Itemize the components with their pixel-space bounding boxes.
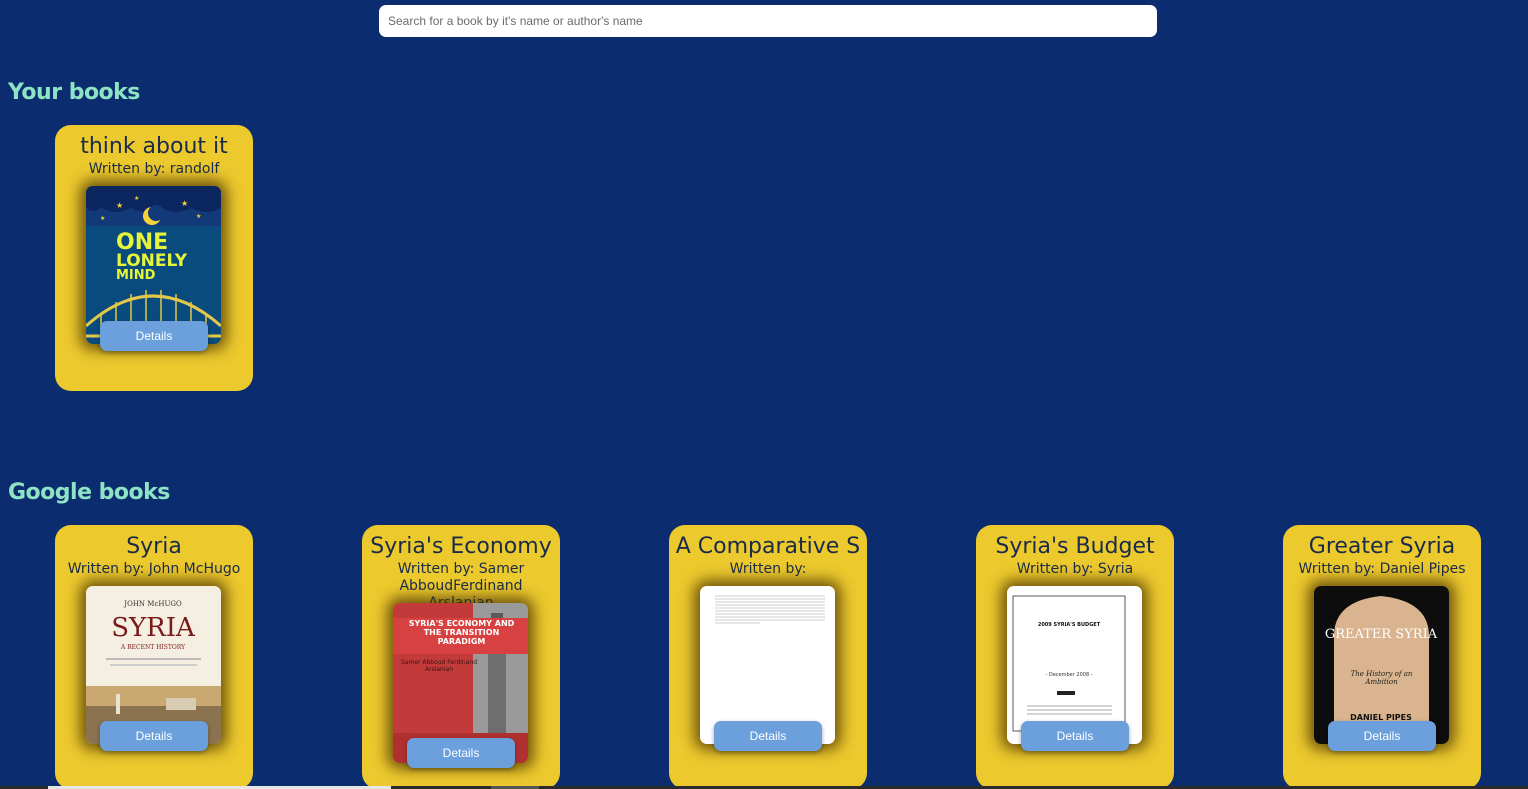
book-author: Written by: — [729, 561, 807, 577]
book-title: A Comparative S — [675, 534, 861, 559]
details-button[interactable]: Details — [100, 321, 208, 351]
book-card: think about it Written by: randolf ★ ★ ★… — [55, 125, 253, 391]
details-button[interactable]: Details — [1021, 721, 1129, 751]
svg-text:SYRIA: SYRIA — [111, 613, 196, 643]
svg-text:GREATER SYRIA: GREATER SYRIA — [1325, 627, 1438, 642]
svg-text:★: ★ — [100, 215, 105, 222]
your-books-heading: Your books — [8, 80, 140, 105]
book-author: Written by: John McHugo — [67, 561, 241, 577]
svg-text:★: ★ — [134, 195, 139, 202]
svg-text:★: ★ — [196, 213, 201, 220]
svg-text:A RECENT HISTORY: A RECENT HISTORY — [120, 644, 186, 651]
search-bar — [379, 5, 1157, 37]
book-author: Written by: Daniel Pipes — [1298, 561, 1466, 577]
search-input[interactable] — [379, 5, 1157, 37]
details-button[interactable]: Details — [100, 721, 208, 751]
svg-text:- December 2008 -: - December 2008 - — [1045, 672, 1092, 678]
book-title: Syria's Budget — [995, 534, 1155, 559]
book-author: Written by: randolf — [88, 161, 220, 177]
book-title: Syria — [126, 534, 182, 559]
book-card: Syria's Economy Written by: Samer Abboud… — [362, 525, 560, 789]
book-title: think about it — [80, 134, 228, 159]
book-title: Greater Syria — [1308, 534, 1456, 559]
svg-text:MIND: MIND — [116, 268, 156, 283]
details-button[interactable]: Details — [1328, 721, 1436, 751]
book-card: Syria's Budget Written by: Syria 2009 SY… — [976, 525, 1174, 789]
book-author: Written by: Syria — [1016, 561, 1134, 577]
svg-text:JOHN McHUGO: JOHN McHUGO — [123, 600, 182, 608]
book-title: Syria's Economy — [370, 534, 552, 559]
details-button[interactable]: Details — [714, 721, 822, 751]
book-card: A Comparative S Written by: Details — [669, 525, 867, 789]
svg-text:★: ★ — [116, 201, 123, 210]
book-card: Greater Syria Written by: Daniel Pipes G… — [1283, 525, 1481, 789]
google-books-heading: Google books — [8, 480, 170, 505]
svg-text:★: ★ — [181, 199, 188, 208]
details-button[interactable]: Details — [407, 738, 515, 768]
book-card: Syria Written by: John McHugo JOHN McHUG… — [55, 525, 253, 789]
